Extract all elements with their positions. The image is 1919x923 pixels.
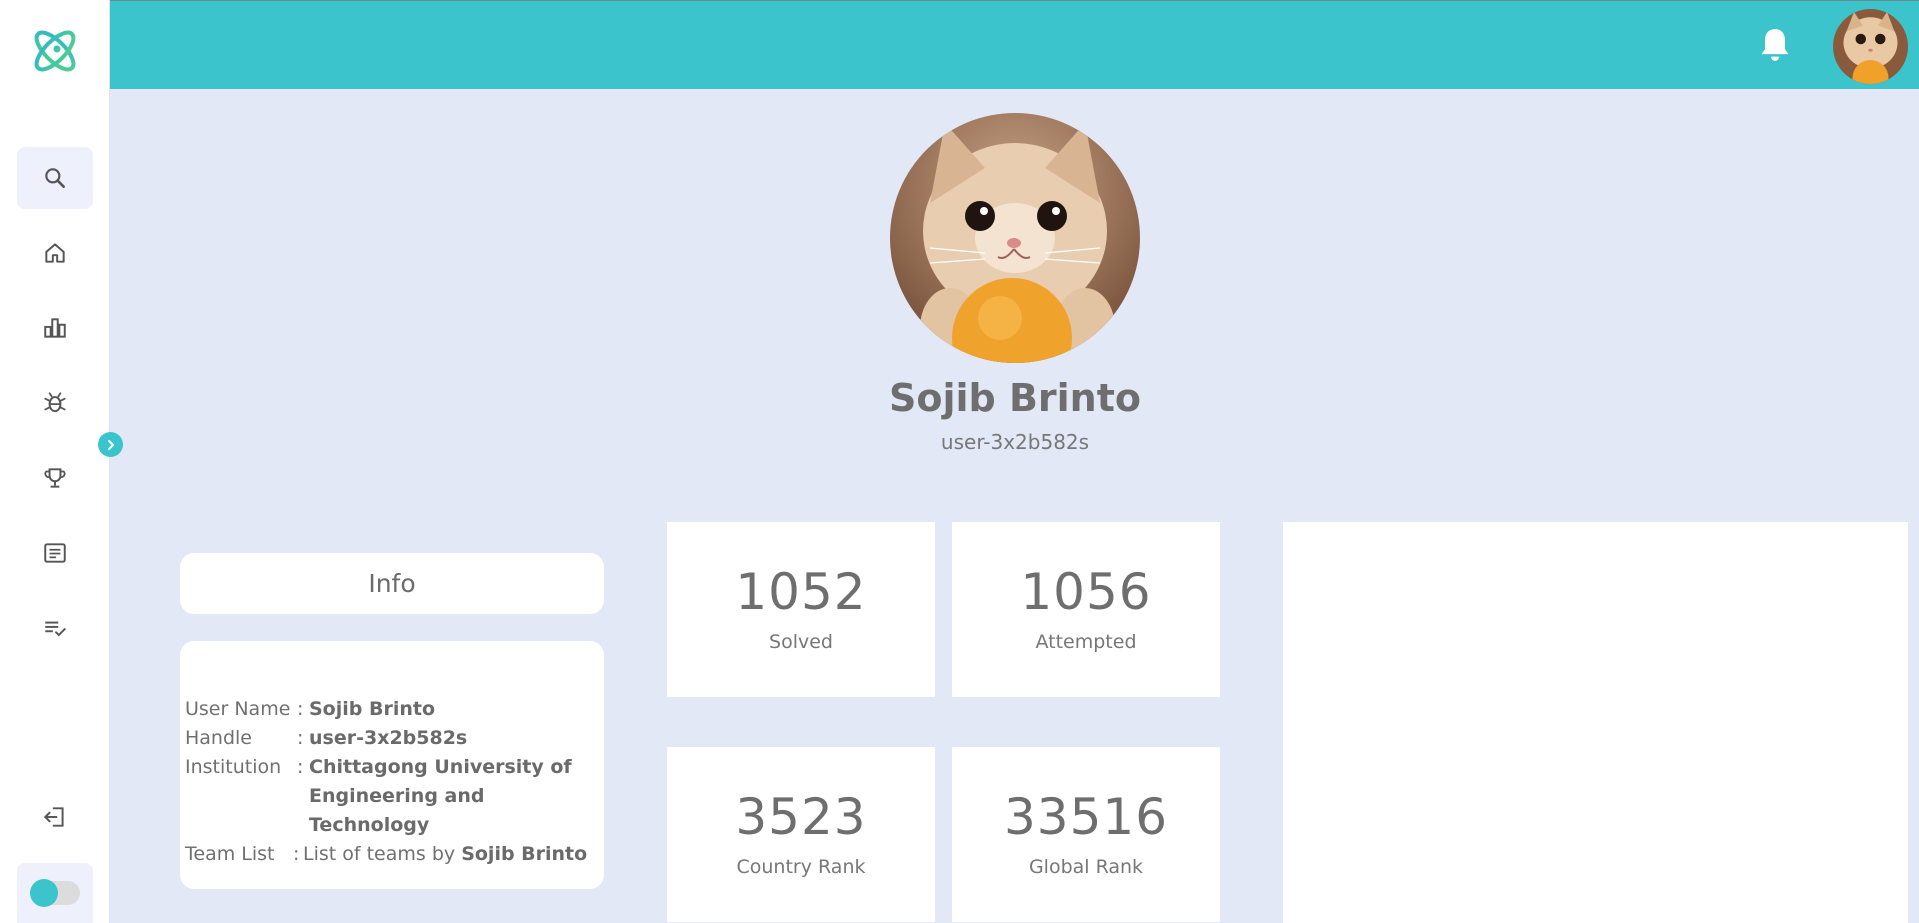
sidebar-expand-button[interactable] [98,432,123,457]
stat-card-attempted: 1056 Attempted [952,522,1220,697]
stat-card-country-rank: 3523 Country Rank [667,747,935,922]
sidebar [0,0,110,923]
logout-button[interactable] [17,787,93,847]
sidebar-item-tasks[interactable] [17,597,93,659]
toggle-knob [30,879,58,907]
bell-icon [1761,29,1789,61]
info-value: user-3x2b582s [309,727,468,749]
article-icon [44,543,66,563]
profile-picture [890,113,1140,363]
info-card: User Name : Sojib Brinto Handle : user-3… [180,641,604,889]
sidebar-item-articles[interactable] [17,522,93,584]
info-row-username: User Name : Sojib Brinto [185,695,604,724]
chevron-right-icon [107,439,114,450]
atom-logo-icon[interactable] [28,24,82,78]
stat-label: Country Rank [736,855,866,878]
info-row-handle: Handle : user-3x2b582s [185,724,604,753]
info-separator: : [297,756,304,778]
profile-handle: user-3x2b582s [940,430,1090,454]
logout-icon [43,807,64,827]
stat-value: 3523 [735,787,867,846]
info-value: Sojib Brinto [309,698,436,720]
stat-value: 1056 [1020,562,1152,621]
activity-panel [1283,522,1908,923]
info-label: Institution [185,756,282,778]
theme-toggle-container [17,863,93,923]
stat-card-global-rank: 33516 Global Rank [952,747,1220,922]
sidebar-item-search[interactable] [17,147,93,209]
stat-label: Solved [769,630,833,653]
profile-name: Sojib Brinto [888,376,1141,420]
home-icon [45,243,65,263]
stat-label: Attempted [1035,630,1137,653]
info-separator: : [297,698,304,720]
sidebar-item-home[interactable] [17,222,93,284]
notifications-button[interactable] [1755,25,1795,65]
info-label: Handle [185,727,253,749]
sidebar-item-contests[interactable] [17,447,93,509]
bar-chart-icon [44,318,66,338]
info-separator: : [297,727,304,749]
info-label: User Name [185,698,291,720]
theme-toggle[interactable] [30,879,80,907]
info-row-team-list: Team List : List of teams by Sojib Brint… [185,840,604,869]
info-separator: : [293,843,300,865]
stat-label: Global Rank [1028,855,1144,878]
user-avatar[interactable] [1833,9,1908,84]
info-value: Chittagong University of Engineering and… [309,756,572,836]
team-list-prefix: List of teams by [303,843,456,865]
team-list-link[interactable]: List of teams by Sojib Brinto [303,840,587,869]
stat-value: 33516 [1003,787,1169,846]
sidebar-item-stats[interactable] [17,297,93,359]
stat-value: 1052 [735,562,867,621]
info-section-title: Info [180,553,604,614]
stat-card-solved: 1052 Solved [667,522,935,697]
info-label: Team List [185,843,275,865]
search-icon [45,168,65,188]
trophy-icon [44,468,66,488]
checklist-icon [45,621,66,637]
info-row-institution: Institution : Chittagong University of E… [185,753,604,840]
team-list-owner: Sojib Brinto [461,843,588,865]
top-bar [110,0,1919,89]
